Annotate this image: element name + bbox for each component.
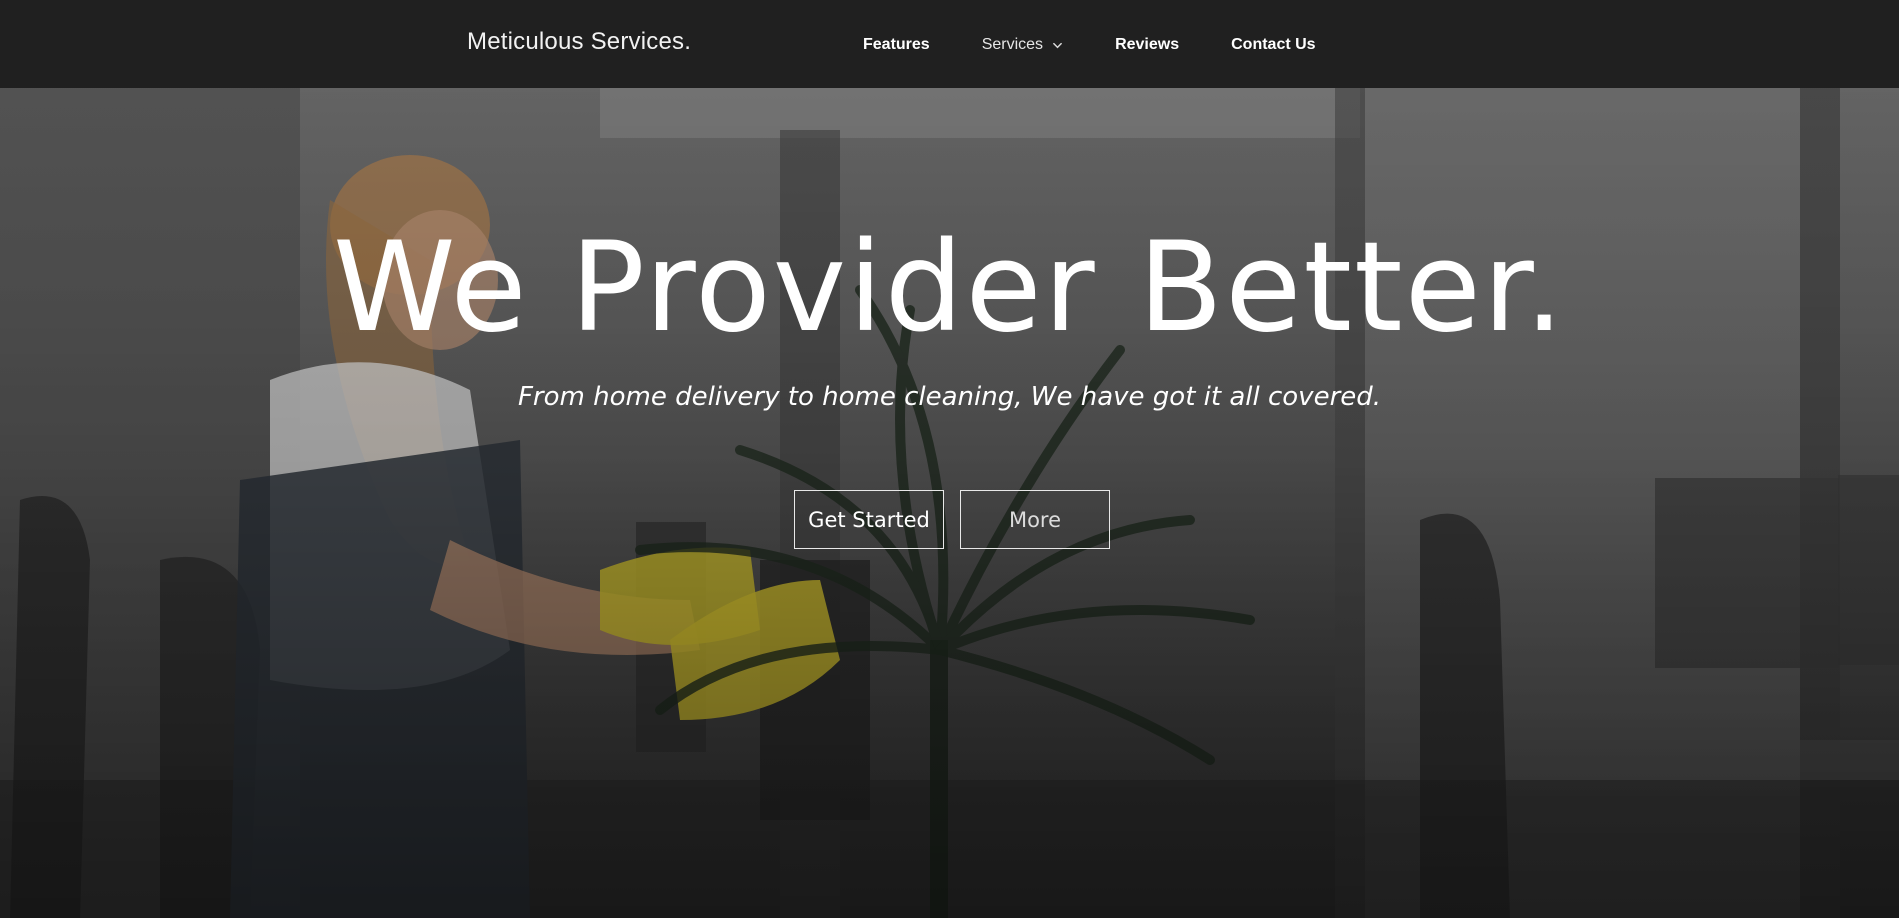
top-navbar: Meticulous Services. Features Services R… [0,0,1899,88]
nav-links: Features Services Reviews Contact Us [863,36,1368,54]
nav-link-reviews[interactable]: Reviews [1115,36,1179,54]
nav-link-contact-us[interactable]: Contact Us [1231,36,1315,54]
hero-title: We Provider Better. [333,216,1566,360]
hero-subtitle: From home delivery to home cleaning, We … [517,382,1382,412]
brand-logo-link[interactable]: Meticulous Services. [467,28,691,56]
hero-background [0,0,1899,918]
chevron-down-icon [1053,42,1062,48]
get-started-button[interactable]: Get Started [794,490,944,549]
more-button[interactable]: More [960,490,1110,549]
nav-link-services[interactable]: Services [982,36,1063,54]
hero-overlay [0,0,1899,918]
nav-link-features[interactable]: Features [863,36,930,54]
nav-link-services-label: Services [981,36,1044,53]
